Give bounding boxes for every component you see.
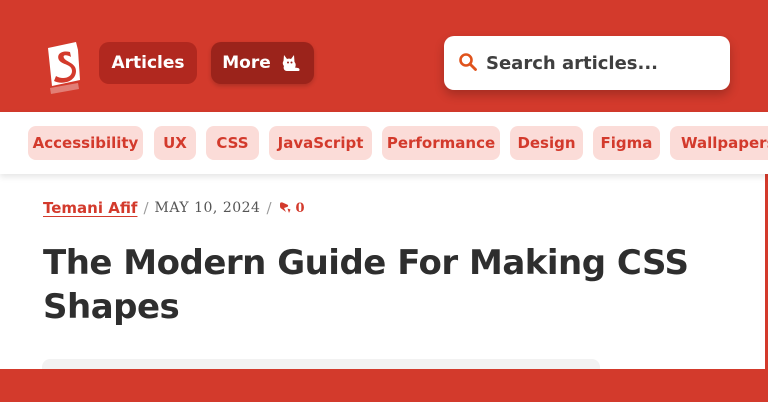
comment-count: 0 bbox=[295, 200, 305, 216]
publish-date: MAY 10, 2024 bbox=[154, 200, 261, 216]
article-title: The Modern Guide For Making CSS Shapes bbox=[43, 243, 689, 327]
more-button[interactable]: More bbox=[211, 42, 314, 84]
cat-icon bbox=[282, 55, 300, 71]
tag-css[interactable]: CSS bbox=[206, 126, 259, 160]
tag-accessibility[interactable]: Accessibility bbox=[28, 126, 143, 160]
tag-javascript[interactable]: JavaScript bbox=[269, 126, 372, 160]
footer-band bbox=[0, 369, 768, 402]
article-header: Temani Afif / MAY 10, 2024 / 0 The Moder… bbox=[0, 174, 765, 379]
articles-button-label: Articles bbox=[111, 53, 185, 73]
search-icon bbox=[459, 53, 477, 71]
site-header: Articles More bbox=[0, 0, 768, 112]
comments-icon bbox=[279, 202, 291, 213]
search-box[interactable] bbox=[444, 36, 730, 90]
tag-wallpapers[interactable]: Wallpapers bbox=[670, 126, 768, 160]
tag-figma[interactable]: Figma bbox=[593, 126, 660, 160]
search-input[interactable] bbox=[486, 46, 716, 80]
logo-icon bbox=[48, 42, 80, 94]
site-logo[interactable] bbox=[42, 40, 86, 96]
tag-performance[interactable]: Performance bbox=[382, 126, 500, 160]
comments-link[interactable]: 0 bbox=[278, 201, 305, 216]
article-meta: Temani Afif / MAY 10, 2024 / 0 bbox=[43, 195, 305, 221]
tags-nav: Accessibility UX CSS JavaScript Performa… bbox=[0, 112, 768, 174]
more-button-label: More bbox=[222, 53, 271, 73]
author-link[interactable]: Temani Afif bbox=[43, 199, 137, 217]
articles-button[interactable]: Articles bbox=[99, 42, 197, 84]
tag-ux[interactable]: UX bbox=[154, 126, 196, 160]
tag-design[interactable]: Design bbox=[510, 126, 583, 160]
meta-separator: / bbox=[266, 199, 272, 217]
meta-separator: / bbox=[143, 199, 149, 217]
